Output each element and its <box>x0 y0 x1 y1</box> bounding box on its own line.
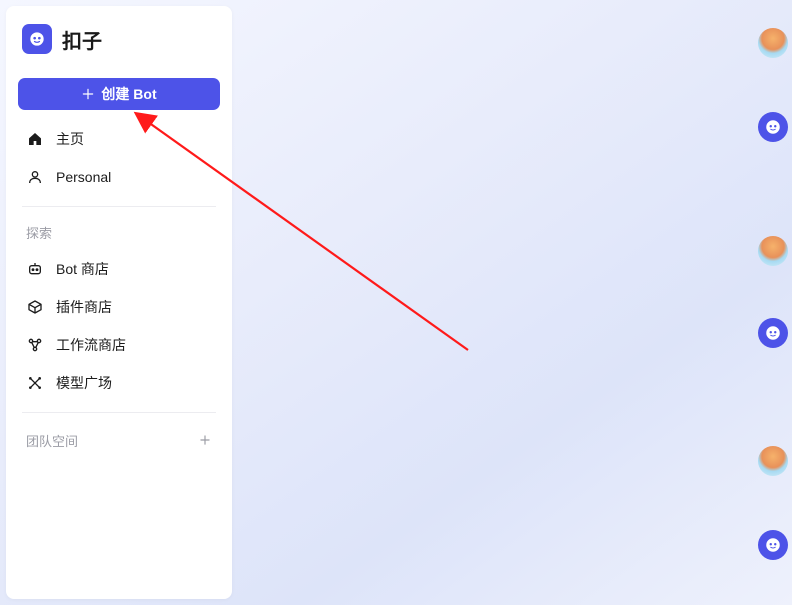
home-icon <box>26 130 44 148</box>
team-space-label: 团队空间 <box>26 431 78 450</box>
nav-personal[interactable]: Personal <box>18 158 220 196</box>
nav-home[interactable]: 主页 <box>18 120 220 158</box>
create-bot-button[interactable]: 创建 Bot <box>18 78 220 110</box>
nav-home-label: 主页 <box>56 129 84 149</box>
plus-icon <box>198 433 212 447</box>
create-bot-label: 创建 Bot <box>101 84 156 104</box>
divider <box>22 206 216 207</box>
bot-avatar[interactable] <box>758 318 788 348</box>
bot-face-icon <box>764 536 782 554</box>
plugin-store-icon <box>26 298 44 316</box>
avatar[interactable] <box>758 28 788 58</box>
brand-name: 扣子 <box>62 25 102 54</box>
nav-workflow-store-label: 工作流商店 <box>56 335 126 355</box>
nav-bot-store[interactable]: Bot 商店 <box>18 250 220 288</box>
bot-avatar[interactable] <box>758 112 788 142</box>
nav-bot-store-label: Bot 商店 <box>56 259 109 279</box>
avatar[interactable] <box>758 236 788 266</box>
workflow-store-icon <box>26 336 44 354</box>
sidebar: 扣子 创建 Bot 主页 Personal 探索 <box>6 6 232 599</box>
avatar[interactable] <box>758 446 788 476</box>
bot-store-icon <box>26 260 44 278</box>
nav-workflow-store[interactable]: 工作流商店 <box>18 326 220 364</box>
add-team-space-button[interactable] <box>194 429 216 451</box>
person-icon <box>26 168 44 186</box>
explore-section-label: 探索 <box>18 217 220 250</box>
bot-face-icon <box>764 118 782 136</box>
plus-icon <box>81 87 95 101</box>
divider <box>22 412 216 413</box>
team-space-header: 团队空间 <box>18 423 220 451</box>
bot-avatar[interactable] <box>758 530 788 560</box>
bot-face-icon <box>764 324 782 342</box>
brand-logo <box>22 24 52 54</box>
model-plaza-icon <box>26 374 44 392</box>
right-avatar-rail <box>752 0 788 605</box>
brand-logo-icon <box>27 29 47 49</box>
nav-plugin-store-label: 插件商店 <box>56 297 112 317</box>
nav-model-plaza-label: 模型广场 <box>56 373 112 393</box>
nav-model-plaza[interactable]: 模型广场 <box>18 364 220 402</box>
nav-personal-label: Personal <box>56 169 111 185</box>
nav-plugin-store[interactable]: 插件商店 <box>18 288 220 326</box>
brand: 扣子 <box>18 24 220 70</box>
